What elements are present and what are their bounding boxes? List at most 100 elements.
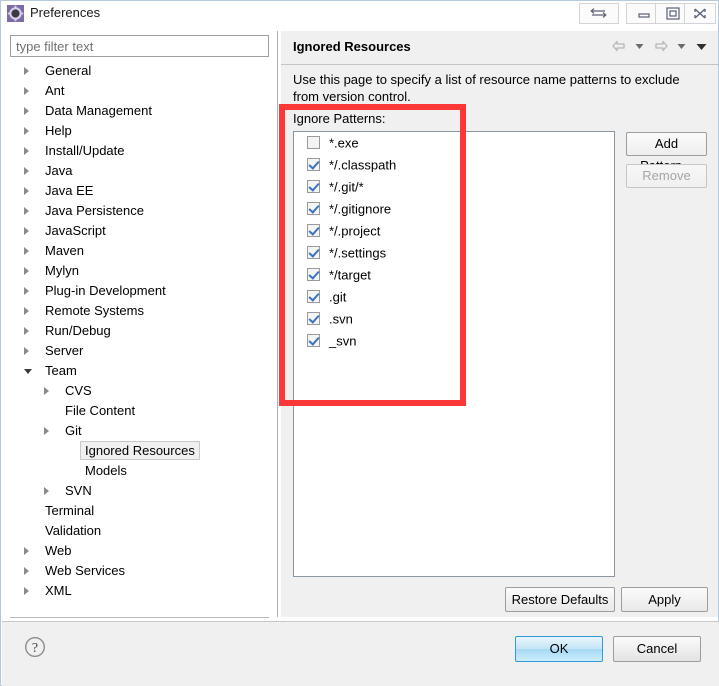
tree-item-maven[interactable]: Maven bbox=[10, 241, 269, 261]
tree-item-data-management[interactable]: Data Management bbox=[10, 101, 269, 121]
tree-item-javascript[interactable]: JavaScript bbox=[10, 221, 269, 241]
tree-item-ant[interactable]: Ant bbox=[10, 81, 269, 101]
twisty-collapsed-icon[interactable] bbox=[24, 107, 29, 115]
twisty-collapsed-icon[interactable] bbox=[44, 487, 49, 495]
tree-item-file-content[interactable]: File Content bbox=[10, 401, 269, 421]
ignore-patterns-label: Ignore Patterns: bbox=[293, 111, 386, 126]
twisty-collapsed-icon[interactable] bbox=[24, 567, 29, 575]
tree-item-label: Ant bbox=[45, 83, 65, 98]
pattern-row[interactable]: _svn bbox=[294, 330, 614, 352]
pattern-checkbox[interactable] bbox=[307, 180, 320, 194]
twisty-collapsed-icon[interactable] bbox=[24, 87, 29, 95]
pattern-checkbox[interactable] bbox=[307, 334, 320, 348]
pattern-row[interactable]: */.project bbox=[294, 220, 614, 242]
pattern-row[interactable]: *.exe bbox=[294, 132, 614, 154]
pattern-row[interactable]: .git bbox=[294, 286, 614, 308]
pattern-row[interactable]: */target bbox=[294, 264, 614, 286]
remove-button[interactable]: Remove bbox=[626, 164, 707, 188]
close-icon[interactable] bbox=[684, 3, 716, 24]
pattern-checkbox[interactable] bbox=[307, 202, 320, 216]
pattern-checkbox[interactable] bbox=[307, 158, 320, 172]
cancel-button[interactable]: Cancel bbox=[613, 636, 701, 662]
twisty-collapsed-icon[interactable] bbox=[44, 387, 49, 395]
tree-item-git[interactable]: Git bbox=[10, 421, 269, 441]
tree-item-java[interactable]: Java bbox=[10, 161, 269, 181]
restore-defaults-button[interactable]: Restore Defaults bbox=[505, 587, 615, 612]
ok-button[interactable]: OK bbox=[515, 636, 603, 662]
twisty-collapsed-icon[interactable] bbox=[24, 67, 29, 75]
tree-item-label: Java bbox=[45, 163, 73, 178]
tree-item-label: Java Persistence bbox=[45, 203, 144, 218]
twisty-collapsed-icon[interactable] bbox=[24, 307, 29, 315]
tree-item-plug-in-development[interactable]: Plug-in Development bbox=[10, 281, 269, 301]
tree-item-label: SVN bbox=[65, 483, 92, 498]
ignore-patterns-list[interactable]: *.exe */.classpath */.git/* */.gitignore */.… bbox=[293, 131, 615, 577]
twisty-collapsed-icon[interactable] bbox=[24, 167, 29, 175]
swap-arrows-icon[interactable] bbox=[579, 3, 619, 24]
search-input[interactable] bbox=[11, 36, 268, 56]
preferences-tree[interactable]: General Ant Data Management Help Install/Upd… bbox=[10, 61, 269, 617]
add-pattern-button[interactable]: Add Pattern... bbox=[626, 132, 707, 173]
twisty-collapsed-icon[interactable] bbox=[24, 327, 29, 335]
tree-item-validation[interactable]: Validation bbox=[10, 521, 269, 541]
tree-item-terminal[interactable]: Terminal bbox=[10, 501, 269, 521]
twisty-collapsed-icon[interactable] bbox=[24, 127, 29, 135]
tree-item-label: Git bbox=[65, 423, 82, 438]
tree-item-run-debug[interactable]: Run/Debug bbox=[10, 321, 269, 341]
twisty-collapsed-icon[interactable] bbox=[24, 227, 29, 235]
twisty-collapsed-icon[interactable] bbox=[24, 267, 29, 275]
tree-item-java-persistence[interactable]: Java Persistence bbox=[10, 201, 269, 221]
tree-item-label: XML bbox=[45, 583, 72, 598]
tree-item-mylyn[interactable]: Mylyn bbox=[10, 261, 269, 281]
pattern-row[interactable]: */.gitignore bbox=[294, 198, 614, 220]
tree-item-help[interactable]: Help bbox=[10, 121, 269, 141]
page-title: Ignored Resources bbox=[293, 39, 411, 54]
tree-item-install-update[interactable]: Install/Update bbox=[10, 141, 269, 161]
tree-item-svn[interactable]: SVN bbox=[10, 481, 269, 501]
tree-item-team[interactable]: Team bbox=[10, 361, 269, 381]
twisty-collapsed-icon[interactable] bbox=[24, 247, 29, 255]
arrow-left-icon[interactable] bbox=[611, 39, 627, 56]
twisty-collapsed-icon[interactable] bbox=[24, 287, 29, 295]
tree-item-web[interactable]: Web bbox=[10, 541, 269, 561]
panel-splitter[interactable] bbox=[277, 31, 278, 617]
tree-item-xml[interactable]: XML bbox=[10, 581, 269, 601]
twisty-collapsed-icon[interactable] bbox=[24, 207, 29, 215]
window-title: Preferences bbox=[30, 5, 101, 20]
pattern-checkbox[interactable] bbox=[307, 268, 320, 282]
preferences-dialog: Preferences type filter text General Ant… bbox=[0, 0, 719, 686]
title-divider bbox=[281, 64, 718, 65]
pattern-checkbox[interactable] bbox=[307, 224, 320, 238]
apply-button[interactable]: Apply bbox=[621, 587, 708, 612]
pattern-row[interactable]: .svn bbox=[294, 308, 614, 330]
twisty-collapsed-icon[interactable] bbox=[24, 587, 29, 595]
tree-item-java-ee[interactable]: Java EE bbox=[10, 181, 269, 201]
help-icon[interactable]: ? bbox=[24, 636, 46, 658]
tree-item-remote-systems[interactable]: Remote Systems bbox=[10, 301, 269, 321]
twisty-collapsed-icon[interactable] bbox=[44, 427, 49, 435]
twisty-collapsed-icon[interactable] bbox=[24, 547, 29, 555]
twisty-collapsed-icon[interactable] bbox=[24, 347, 29, 355]
arrow-right-icon[interactable] bbox=[653, 39, 669, 56]
pattern-checkbox[interactable] bbox=[307, 246, 320, 260]
tree-item-web-services[interactable]: Web Services bbox=[10, 561, 269, 581]
tree-item-general[interactable]: General bbox=[10, 61, 269, 81]
tree-item-ignored-resources[interactable]: Ignored Resources bbox=[10, 441, 269, 461]
twisty-expanded-icon[interactable] bbox=[24, 369, 32, 374]
pattern-checkbox[interactable] bbox=[307, 312, 320, 326]
tree-item-models[interactable]: Models bbox=[10, 461, 269, 481]
pattern-checkbox[interactable] bbox=[307, 290, 320, 304]
tree-item-cvs[interactable]: CVS bbox=[10, 381, 269, 401]
pattern-label: *.exe bbox=[329, 135, 359, 151]
pattern-checkbox[interactable] bbox=[307, 136, 320, 150]
tree-item-server[interactable]: Server bbox=[10, 341, 269, 361]
pattern-row[interactable]: */.settings bbox=[294, 242, 614, 264]
chevron-down-icon-back[interactable] bbox=[634, 39, 645, 56]
filter-text-box[interactable] bbox=[10, 35, 269, 57]
pattern-row[interactable]: */.classpath bbox=[294, 154, 614, 176]
chevron-down-icon-forward[interactable] bbox=[676, 39, 687, 56]
twisty-collapsed-icon[interactable] bbox=[24, 187, 29, 195]
twisty-collapsed-icon[interactable] bbox=[24, 147, 29, 155]
chevron-down-icon-menu[interactable] bbox=[695, 39, 708, 56]
pattern-row[interactable]: */.git/* bbox=[294, 176, 614, 198]
